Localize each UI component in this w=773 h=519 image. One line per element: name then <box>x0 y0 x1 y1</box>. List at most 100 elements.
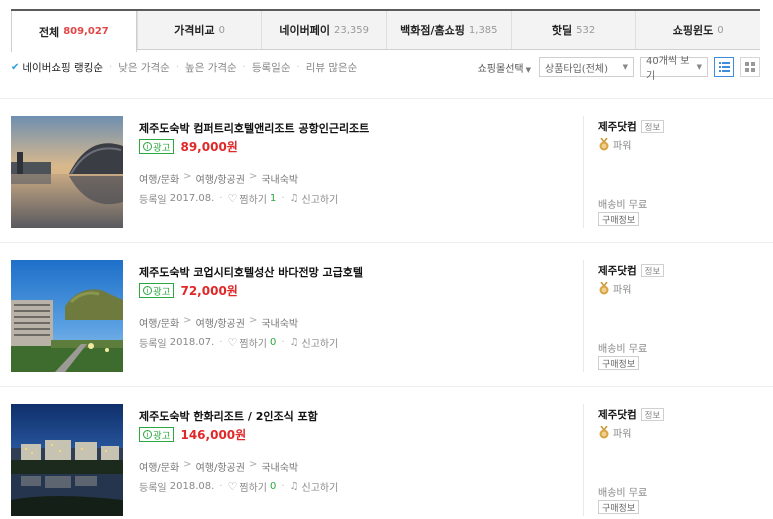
grade-label: 파워 <box>613 285 632 296</box>
chevron-right-icon: > <box>248 459 258 470</box>
mall-name[interactable]: 제주닷컴 <box>598 119 637 134</box>
divider <box>583 260 584 372</box>
category-path: 여행/문화 > 여행/항공권 > 국내숙박 <box>139 171 298 186</box>
shipping-fee: 배송비 무료 <box>598 344 648 355</box>
report-button[interactable]: ♫ 신고하기 <box>290 335 339 350</box>
tab-label: 가격비교 <box>174 24 215 37</box>
divider: · <box>109 61 113 73</box>
category-level-1[interactable]: 여행/문화 <box>139 171 179 186</box>
product-meta: 등록일 2017.08. · ♡ 찜하기 1 · ♫ 신고하기 <box>139 191 338 206</box>
sort-high-price[interactable]: 높은 가격순 <box>185 60 237 75</box>
sort-review-count[interactable]: 리뷰 많은순 <box>306 60 358 75</box>
tab-naver-pay[interactable]: 네이버페이 23,359 <box>261 11 387 49</box>
price-line: i 광고 146,000원 <box>139 426 246 443</box>
mall-info-button[interactable]: 정보 <box>640 120 665 133</box>
category-level-3[interactable]: 국내숙박 <box>261 171 298 186</box>
tab-count: 532 <box>576 24 596 36</box>
caret-down-icon: ▼ <box>696 63 702 71</box>
product-item: 제주도숙박 컴퍼트리호텔앤리조트 공항인근리조트 i 광고 89,000원 여행/… <box>0 98 773 241</box>
product-type-dropdown[interactable]: 상품타입(전체) ▼ <box>539 57 634 77</box>
purchase-info-button[interactable]: 구매정보 <box>598 356 640 370</box>
tab-all[interactable]: 전체 809,027 <box>11 11 137 52</box>
tab-count: 1,385 <box>468 24 498 36</box>
mall-select-button[interactable]: 쇼핑몰선택 ▼ <box>478 60 531 75</box>
divider: · <box>281 193 285 204</box>
heart-icon: ♡ <box>227 336 238 349</box>
purchase-info-button[interactable]: 구매정보 <box>598 212 640 226</box>
product-title[interactable]: 제주도숙박 컴퍼트리호텔앤리조트 공항인근리조트 <box>139 120 369 136</box>
product-thumbnail[interactable] <box>11 260 123 372</box>
purchase-info-button[interactable]: 구매정보 <box>598 500 640 514</box>
category-level-3[interactable]: 국내숙박 <box>261 315 298 330</box>
tab-count: 23,359 <box>333 24 369 36</box>
report-button[interactable]: ♫ 신고하기 <box>290 479 339 494</box>
divider: · <box>296 61 300 73</box>
report-label: 신고하기 <box>301 339 339 350</box>
ad-label: 광고 <box>153 286 171 298</box>
report-button[interactable]: ♫ 신고하기 <box>290 191 339 206</box>
divider: · <box>175 61 180 73</box>
shipping-fee: 배송비 무료 <box>598 488 648 499</box>
ad-label: 광고 <box>153 142 171 154</box>
report-bell-icon: ♫ <box>289 193 299 204</box>
list-view-button[interactable] <box>714 57 734 77</box>
report-bell-icon: ♫ <box>289 481 299 492</box>
divider: · <box>219 337 223 348</box>
category-level-3[interactable]: 국내숙박 <box>261 459 298 474</box>
info-circle-icon: i <box>143 142 152 151</box>
sort-options: ✔ 네이버쇼핑 랭킹순 · 낮은 가격순 · 높은 가격순 · 등록일순 · 리… <box>11 55 357 79</box>
product-item: 제주도숙박 코업시티호텔성산 바다전망 고급호텔 i 광고 72,000원 여행/… <box>0 242 773 385</box>
dropdown-value: 40개씩 보기 <box>646 56 690 82</box>
zzim-button[interactable]: ♡ 찜하기 1 <box>228 191 277 206</box>
mall-name[interactable]: 제주닷컴 <box>598 407 637 422</box>
sort-ranking[interactable]: ✔ 네이버쇼핑 랭킹순 <box>11 60 103 75</box>
heart-icon: ♡ <box>227 192 238 205</box>
caret-down-icon: ▼ <box>525 65 531 74</box>
price-line: i 광고 89,000원 <box>139 138 238 155</box>
report-label: 신고하기 <box>301 195 339 206</box>
sort-low-price[interactable]: 낮은 가격순 <box>118 60 170 75</box>
product-price: 72,000원 <box>180 284 238 298</box>
category-level-1[interactable]: 여행/문화 <box>139 459 179 474</box>
ad-badge[interactable]: i 광고 <box>139 139 175 154</box>
reg-date: 2017.08. <box>169 193 215 204</box>
product-price: 146,000원 <box>180 428 247 442</box>
tab-department-store[interactable]: 백화점/홈쇼핑 1,385 <box>386 11 511 49</box>
product-thumbnail[interactable] <box>11 116 123 228</box>
category-level-2[interactable]: 여행/항공권 <box>196 459 245 474</box>
chevron-right-icon: > <box>248 315 258 326</box>
sort-registration-date[interactable]: 등록일순 <box>252 60 291 75</box>
mall-info-button[interactable]: 정보 <box>640 408 665 421</box>
list-view-icon <box>718 62 730 72</box>
tab-label: 쇼핑윈도 <box>672 24 714 37</box>
mall-info: 제주닷컴 정보 <box>598 119 665 134</box>
divider <box>583 404 584 516</box>
report-label: 신고하기 <box>301 483 339 494</box>
seller-grade: 파워 <box>598 137 631 152</box>
ad-label: 광고 <box>153 430 171 442</box>
zzim-count: 0 <box>270 337 277 348</box>
sort-controls: 쇼핑몰선택 ▼ 상품타입(전체) ▼ 40개씩 보기 ▼ <box>478 56 760 82</box>
tab-price-compare[interactable]: 가격비교 0 <box>136 11 262 49</box>
divider <box>583 116 584 228</box>
ad-badge[interactable]: i 광고 <box>139 283 175 298</box>
grid-view-icon <box>745 62 755 72</box>
grid-view-button[interactable] <box>740 57 760 77</box>
product-title[interactable]: 제주도숙박 한화리조트 / 2인조식 포함 <box>139 408 318 424</box>
tab-shopping-window[interactable]: 쇼핑윈도 0 <box>635 11 761 49</box>
tab-label: 전체 <box>38 25 60 39</box>
category-level-2[interactable]: 여행/항공권 <box>196 315 245 330</box>
category-level-2[interactable]: 여행/항공권 <box>196 171 245 186</box>
page-size-dropdown[interactable]: 40개씩 보기 ▼ <box>640 56 708 82</box>
mall-info-button[interactable]: 정보 <box>640 264 665 277</box>
zzim-button[interactable]: ♡ 찜하기 0 <box>228 335 277 350</box>
reg-label: 등록일 <box>139 195 167 206</box>
tab-hot-deal[interactable]: 핫딜 532 <box>510 11 636 49</box>
category-level-1[interactable]: 여행/문화 <box>139 315 179 330</box>
zzim-button[interactable]: ♡ 찜하기 0 <box>228 479 277 494</box>
product-title[interactable]: 제주도숙박 코업시티호텔성산 바다전망 고급호텔 <box>139 264 363 280</box>
mall-name[interactable]: 제주닷컴 <box>598 263 637 278</box>
product-thumbnail[interactable] <box>11 404 123 516</box>
ad-badge[interactable]: i 광고 <box>139 427 175 442</box>
zzim-label: 찜하기 <box>239 339 267 350</box>
